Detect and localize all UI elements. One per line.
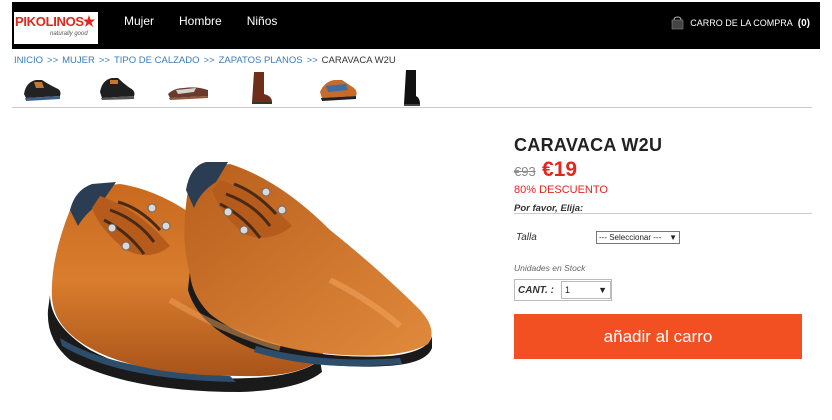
cart-count: (0)	[797, 17, 810, 29]
related-product-thumb[interactable]	[94, 70, 138, 106]
top-navigation-bar: PIKOLINOS naturally good Mujer Hombre Ni…	[12, 2, 820, 49]
breadcrumb-item-zapatos-planos[interactable]: ZAPATOS PLANOS	[219, 55, 303, 66]
breadcrumb-separator: >>	[47, 55, 59, 66]
quantity-value: 1	[565, 285, 571, 295]
old-price: €93	[514, 164, 536, 179]
related-product-thumb[interactable]	[316, 70, 360, 106]
breadcrumb-item-mujer[interactable]: MUJER	[62, 55, 95, 66]
product-title: CARAVACA W2U	[514, 135, 663, 155]
discount-label: 80% DESCUENTO	[514, 184, 608, 196]
breadcrumb: INICIO >> MUJER >> TIPO DE CALZADO >> ZAPATOS …	[14, 55, 396, 66]
size-select[interactable]: --- Seleccionar --- ▼	[596, 231, 680, 244]
related-products-strip	[20, 70, 420, 106]
quantity-select[interactable]: 1 ▼	[561, 281, 611, 299]
product-main-image	[47, 162, 432, 392]
related-product-thumb[interactable]	[166, 70, 210, 106]
breadcrumb-separator: >>	[98, 55, 110, 66]
quantity-label: CANT. :	[518, 285, 554, 296]
size-label: Talla	[516, 232, 537, 243]
breadcrumb-item-tipo-de-calzado[interactable]: TIPO DE CALZADO	[114, 55, 200, 66]
breadcrumb-separator: >>	[306, 55, 318, 66]
breadcrumb-separator: >>	[203, 55, 215, 66]
brand-logo[interactable]: PIKOLINOS naturally good	[14, 12, 98, 44]
related-product-thumb[interactable]	[240, 70, 284, 106]
sale-price: €19	[542, 158, 578, 181]
cart-link[interactable]: CARRO DE LA COMPRA (0)	[671, 16, 810, 30]
logo-star-icon	[83, 15, 95, 27]
brand-logo-text: PIKOLINOS	[15, 14, 84, 29]
nav-item-hombre[interactable]: Hombre	[179, 14, 222, 28]
header-divider	[12, 107, 812, 108]
related-product-thumb[interactable]	[390, 70, 434, 106]
stock-label: Unidades en Stock	[514, 263, 586, 273]
size-select-value: --- Seleccionar ---	[599, 233, 662, 242]
add-to-cart-button[interactable]: añadir al carro	[514, 314, 802, 359]
chevron-down-icon: ▼	[669, 233, 677, 242]
nav-item-mujer[interactable]: Mujer	[124, 14, 154, 28]
shopping-bag-icon	[671, 16, 684, 30]
quantity-box: CANT. : 1 ▼	[514, 279, 612, 301]
main-nav: Mujer Hombre Niños	[124, 14, 302, 28]
breadcrumb-current: CARAVACA W2U	[321, 55, 396, 66]
nav-item-ninos[interactable]: Niños	[247, 14, 278, 28]
cart-label: CARRO DE LA COMPRA	[690, 18, 793, 28]
chevron-down-icon: ▼	[598, 285, 607, 295]
brand-tagline: naturally good	[50, 31, 88, 37]
breadcrumb-item-inicio[interactable]: INICIO	[14, 55, 43, 66]
options-divider	[514, 213, 812, 214]
related-product-thumb[interactable]	[20, 70, 64, 106]
